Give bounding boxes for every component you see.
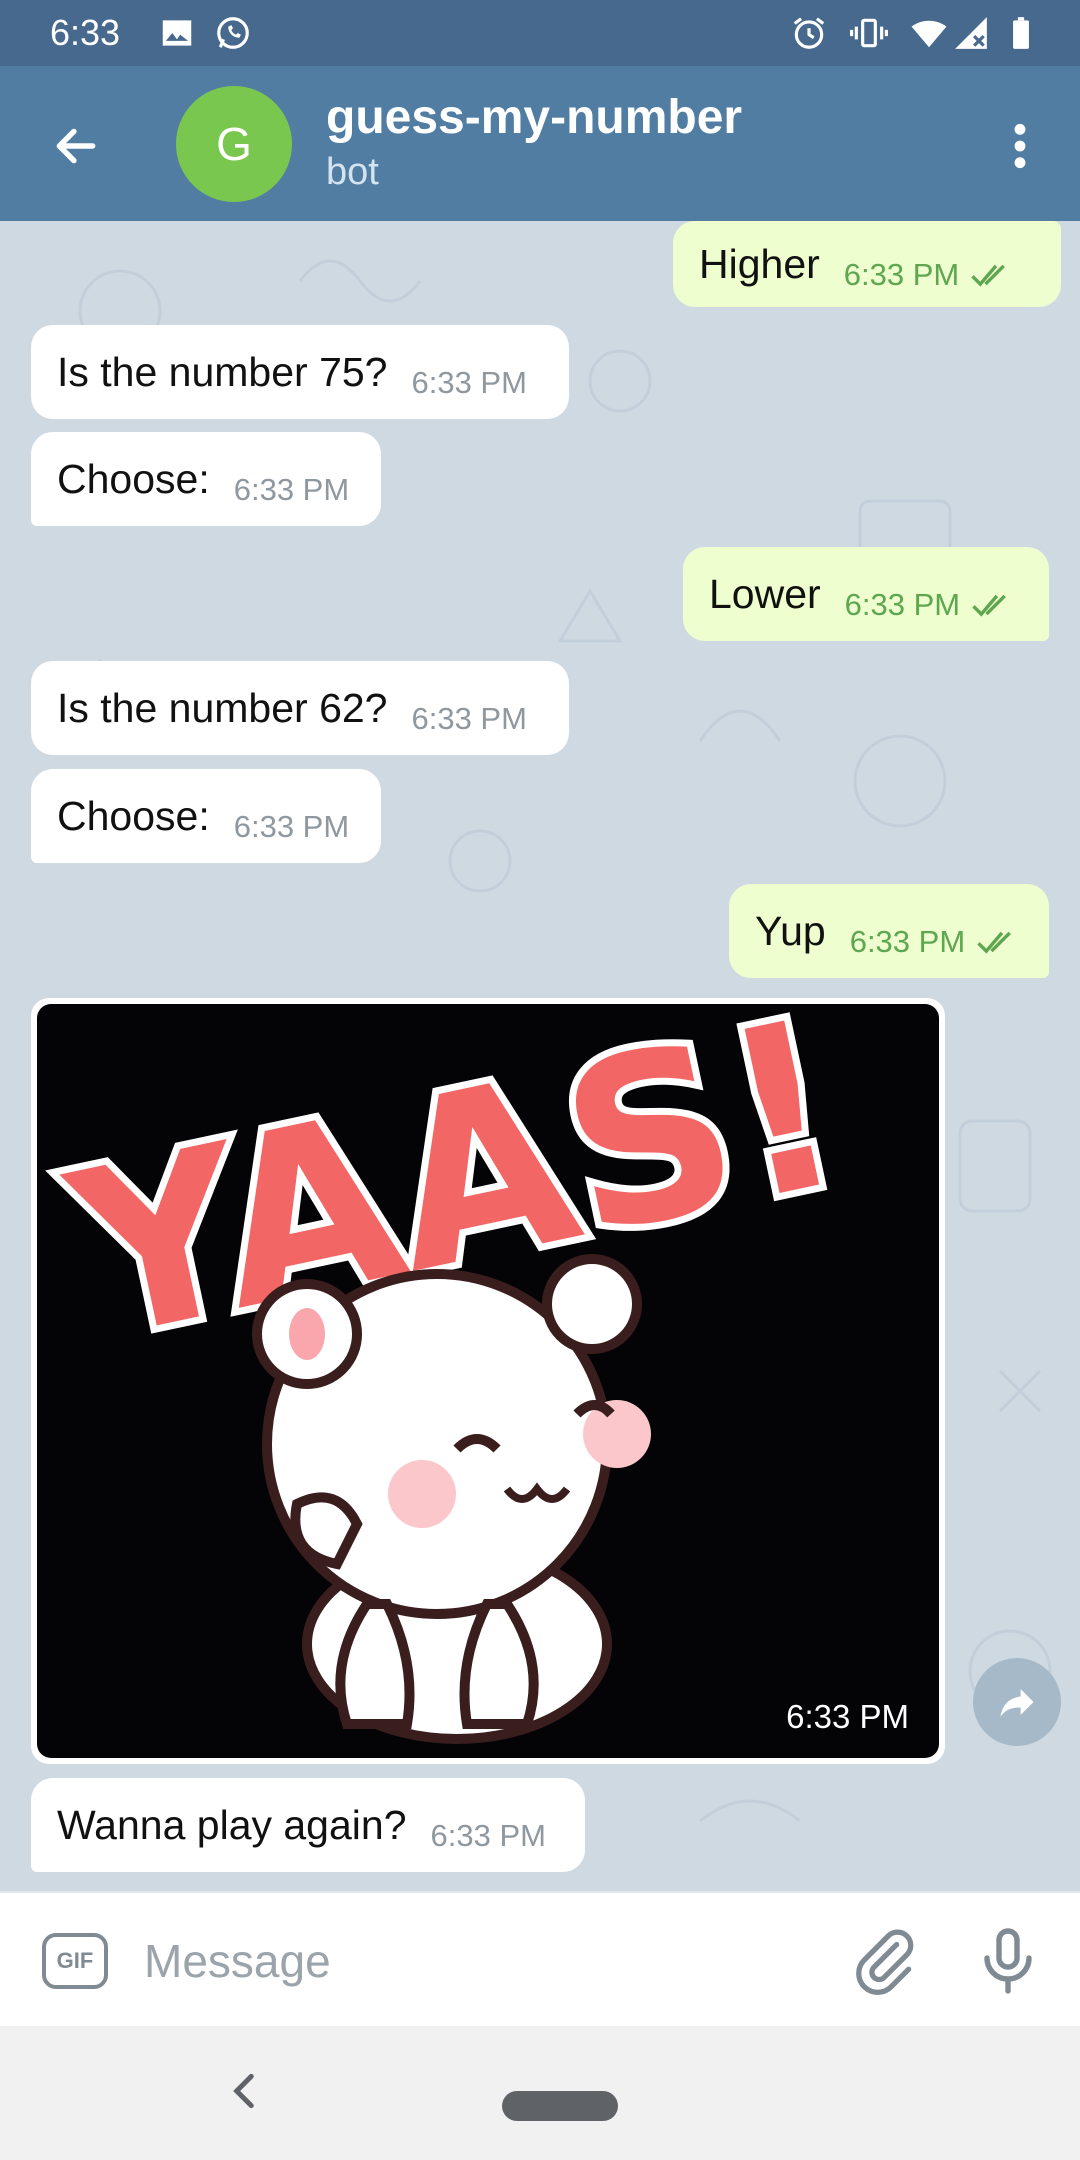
message-time: 6:33 PM [430, 1818, 546, 1853]
status-bar: 6:33 [0, 0, 1080, 66]
double-check-icon [971, 264, 1006, 287]
chat-subtitle: bot [326, 151, 379, 193]
back-arrow-icon [56, 128, 96, 164]
message-bubble-incoming[interactable]: Is the number 62? 6:33 PM [31, 661, 569, 755]
gif-icon: GIF [56, 1948, 94, 1973]
nav-home-pill[interactable] [502, 2091, 618, 2121]
message-time: 6:33 PM [843, 257, 960, 292]
share-button[interactable] [973, 1658, 1061, 1746]
message-time: 6:33 PM [844, 587, 961, 622]
message-bubble-incoming[interactable]: Wanna play again? 6:33 PM [31, 1778, 585, 1872]
message-time: 6:33 PM [849, 924, 966, 959]
message-text: Is the number 75? [57, 348, 388, 395]
message-bubble-outgoing[interactable]: Yup 6:33 PM [729, 884, 1049, 978]
forward-icon [1000, 1689, 1034, 1717]
more-vert-icon [1014, 123, 1026, 169]
mic-icon[interactable] [972, 1923, 1044, 1999]
double-check-icon [972, 594, 1007, 617]
message-text: Yup [755, 907, 826, 954]
status-time: 6:33 [50, 12, 121, 53]
message-time: 6:33 PM [233, 472, 350, 507]
message-time: 6:33 PM [233, 809, 350, 844]
gif-message[interactable]: YAAS! 6:33 PM [31, 998, 945, 1764]
message-list[interactable]: Higher 6:33 PM Is the number 75? 6:33 PM… [0, 221, 1080, 1891]
composer: GIF [0, 1891, 1080, 2026]
double-check-icon [977, 931, 1012, 954]
back-button[interactable] [40, 110, 112, 182]
message-bubble-incoming[interactable]: Choose: 6:33 PM [31, 432, 381, 526]
vibrate-icon [850, 18, 888, 48]
message-time: 6:33 PM [411, 701, 527, 736]
message-text: Lower [709, 570, 821, 617]
message-bubble-incoming[interactable]: Choose: 6:33 PM [31, 769, 381, 863]
message-time: 6:33 PM [411, 365, 527, 400]
message-text: Wanna play again? [57, 1801, 407, 1848]
chat-header: G guess-my-number bot [0, 66, 1080, 221]
gif-button[interactable]: GIF [42, 1933, 108, 1989]
message-text: Higher [699, 240, 820, 287]
message-input[interactable] [144, 1917, 824, 2005]
message-text: Choose: [57, 455, 210, 502]
gif-image[interactable]: YAAS! 6:33 PM [37, 1004, 939, 1758]
system-nav-bar [0, 2026, 1080, 2160]
avatar[interactable]: G [176, 86, 292, 202]
message-text: Choose: [57, 792, 210, 839]
nav-back-icon[interactable] [220, 2066, 270, 2116]
more-options-button[interactable] [996, 110, 1044, 182]
whatsapp-icon [217, 17, 249, 49]
chat-title[interactable]: guess-my-number [326, 90, 742, 145]
message-time: 6:33 PM [786, 1698, 909, 1735]
message-bubble-incoming[interactable]: Is the number 75? 6:33 PM [31, 325, 569, 419]
alarm-icon [793, 17, 825, 49]
message-bubble-outgoing[interactable]: Higher 6:33 PM [673, 221, 1061, 307]
signal-icon [955, 17, 987, 49]
message-bubble-outgoing[interactable]: Lower 6:33 PM [683, 547, 1049, 641]
battery-icon [1013, 17, 1029, 49]
message-text: Is the number 62? [57, 684, 388, 731]
attach-icon[interactable] [850, 1927, 920, 1997]
image-icon [162, 20, 192, 46]
yaas-bear-sticker: YAAS! [42, 1004, 869, 1744]
wifi-icon [911, 20, 947, 48]
avatar-letter: G [216, 118, 252, 170]
